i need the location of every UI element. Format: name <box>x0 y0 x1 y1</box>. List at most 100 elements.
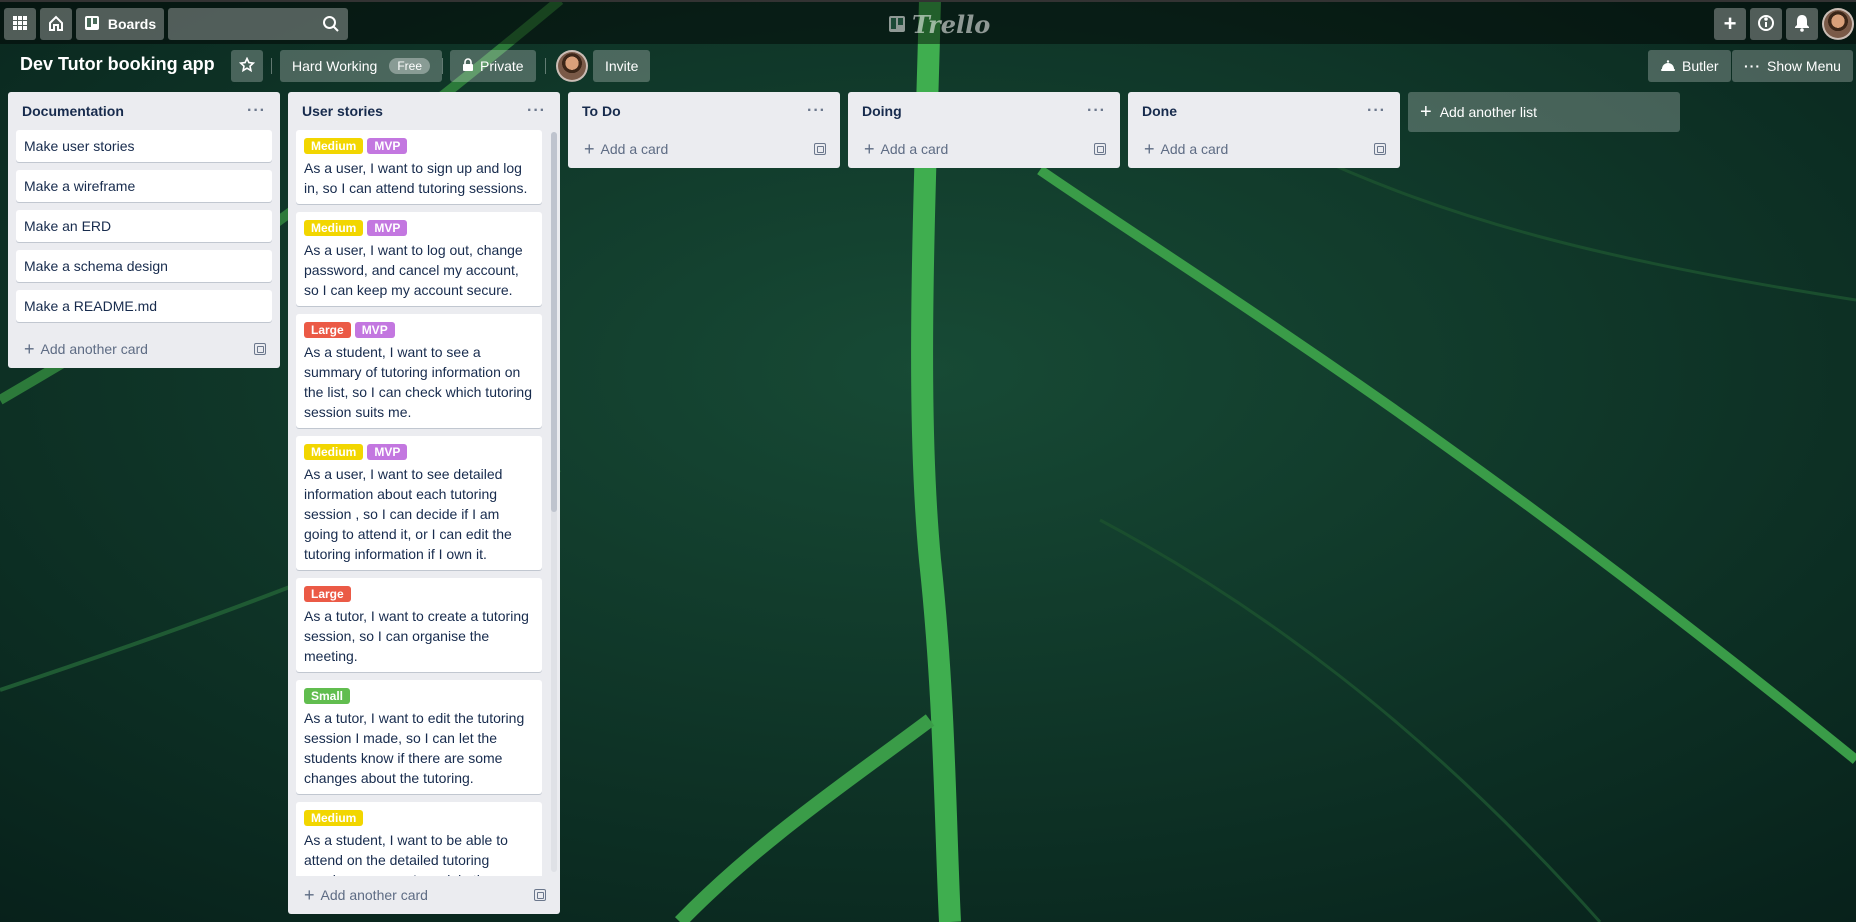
list-menu-icon[interactable]: ··· <box>527 102 546 120</box>
info-icon <box>1757 14 1775 35</box>
plus-icon: + <box>1723 11 1737 36</box>
plus-icon: + <box>1144 139 1155 159</box>
card[interactable]: Make user stories <box>16 130 272 162</box>
invite-label: Invite <box>605 58 639 74</box>
label-large[interactable]: Large <box>304 586 351 602</box>
label-small[interactable]: Small <box>304 688 351 704</box>
visibility-button[interactable]: Private <box>450 50 536 82</box>
list-scrollbar[interactable] <box>551 132 557 872</box>
card-template-icon[interactable] <box>1374 143 1386 155</box>
card[interactable]: Large MVP As a student, I want to see a … <box>296 314 542 428</box>
plus-icon: + <box>1420 101 1432 123</box>
card-title: Make an ERD <box>24 218 112 234</box>
divider <box>271 58 272 74</box>
trello-logo-icon <box>888 10 906 39</box>
show-menu-button[interactable]: ··· Show Menu <box>1732 50 1853 82</box>
label-mvp[interactable]: MVP <box>354 322 395 338</box>
add-card-button[interactable]: + Add another card <box>304 886 428 904</box>
search-icon[interactable] <box>322 15 340 38</box>
card[interactable]: Large As a tutor, I want to create a tut… <box>296 578 542 672</box>
add-card-button[interactable]: + Add a card <box>584 140 668 158</box>
list-header[interactable]: Doing ··· <box>848 92 1120 130</box>
card-title: As a user, I want to sign up and log in,… <box>304 160 528 196</box>
card-title: Make a wireframe <box>24 178 136 194</box>
user-avatar[interactable] <box>1822 8 1854 40</box>
label-mvp[interactable]: MVP <box>367 220 408 236</box>
card-title: As a student, I want to see a summary of… <box>304 344 532 420</box>
card[interactable]: Medium MVP As a user, I want to sign up … <box>296 130 542 204</box>
label-mvp[interactable]: MVP <box>367 138 408 154</box>
list-footer: + Add a card <box>568 130 840 168</box>
label-large[interactable]: Large <box>304 322 351 338</box>
card[interactable]: Medium MVP As a user, I want to log out,… <box>296 212 542 306</box>
list-header[interactable]: To Do ··· <box>568 92 840 130</box>
add-card-label: Add a card <box>880 141 949 157</box>
label-medium[interactable]: Medium <box>304 138 364 154</box>
workspace-label: Hard Working <box>292 58 378 74</box>
list-title[interactable]: Done <box>1142 103 1177 119</box>
card-template-icon[interactable] <box>1094 143 1106 155</box>
label-medium[interactable]: Medium <box>304 810 364 826</box>
card[interactable]: Make a schema design <box>16 250 272 282</box>
label-mvp[interactable]: MVP <box>367 444 408 460</box>
card-list: Medium MVP As a user, I want to sign up … <box>288 130 550 876</box>
list-title[interactable]: Doing <box>862 103 902 119</box>
lock-icon <box>462 57 474 75</box>
apps-icon <box>12 15 28 34</box>
list-menu-icon[interactable]: ··· <box>807 102 826 120</box>
card[interactable]: Make a README.md <box>16 290 272 322</box>
invite-button[interactable]: Invite <box>593 50 651 82</box>
add-card-button[interactable]: + Add a card <box>1144 140 1228 158</box>
list-todo: To Do ··· + Add a card <box>568 92 840 168</box>
search-input[interactable] <box>168 8 348 40</box>
info-button[interactable] <box>1750 8 1782 40</box>
list-header[interactable]: Done ··· <box>1128 92 1400 130</box>
list-menu-icon[interactable]: ··· <box>247 102 266 120</box>
home-icon <box>47 14 65 35</box>
notifications-button[interactable] <box>1786 8 1818 40</box>
card[interactable]: Make an ERD <box>16 210 272 242</box>
search-field[interactable] <box>168 8 348 40</box>
card-template-icon[interactable] <box>814 143 826 155</box>
list-menu-icon[interactable]: ··· <box>1367 102 1386 120</box>
list-title[interactable]: Documentation <box>22 103 124 119</box>
card-title: Make user stories <box>24 138 135 154</box>
star-button[interactable] <box>231 50 263 82</box>
home-button[interactable] <box>40 8 72 40</box>
list-header[interactable]: User stories ··· <box>288 92 560 130</box>
boards-label: Boards <box>107 16 157 32</box>
add-card-label: Add another card <box>320 887 428 903</box>
scrollbar-thumb[interactable] <box>551 132 557 512</box>
list-header[interactable]: Documentation ··· <box>8 92 280 130</box>
list-title[interactable]: To Do <box>582 103 621 119</box>
card[interactable]: Small As a tutor, I want to edit the tut… <box>296 680 542 794</box>
card[interactable]: Make a wireframe <box>16 170 272 202</box>
card[interactable]: Medium MVP As a user, I want to see deta… <box>296 436 542 570</box>
apps-button[interactable] <box>4 8 36 40</box>
create-button[interactable]: + <box>1714 8 1746 40</box>
label-medium[interactable]: Medium <box>304 220 364 236</box>
card-template-icon[interactable] <box>254 343 266 355</box>
add-card-button[interactable]: + Add a card <box>864 140 948 158</box>
list-title[interactable]: User stories <box>302 103 383 119</box>
workspace-button[interactable]: Hard Working Free <box>280 50 443 82</box>
visibility-label: Private <box>480 58 524 74</box>
card-title: As a tutor, I want to create a tutoring … <box>304 608 529 664</box>
card-title: Make a README.md <box>24 298 158 314</box>
label-medium[interactable]: Medium <box>304 444 364 460</box>
plus-icon: + <box>24 339 35 359</box>
member-avatar[interactable] <box>556 50 588 82</box>
add-list-button[interactable]: + Add another list <box>1408 92 1680 132</box>
list-user-stories: User stories ··· Medium MVP As a user, I… <box>288 92 560 914</box>
trello-logo[interactable]: Trello <box>888 9 991 39</box>
list-menu-icon[interactable]: ··· <box>1087 102 1106 120</box>
card-title: As a user, I want to log out, change pas… <box>304 242 523 298</box>
add-card-button[interactable]: + Add another card <box>24 340 148 358</box>
card-labels: Large <box>304 586 534 602</box>
board-title[interactable]: Dev Tutor booking app <box>12 48 223 80</box>
boards-button[interactable]: Boards <box>76 8 164 40</box>
card-template-icon[interactable] <box>534 889 546 901</box>
card[interactable]: Medium As a student, I want to be able t… <box>296 802 542 876</box>
trello-logo-text: Trello <box>912 9 991 39</box>
butler-button[interactable]: Butler <box>1648 50 1731 82</box>
